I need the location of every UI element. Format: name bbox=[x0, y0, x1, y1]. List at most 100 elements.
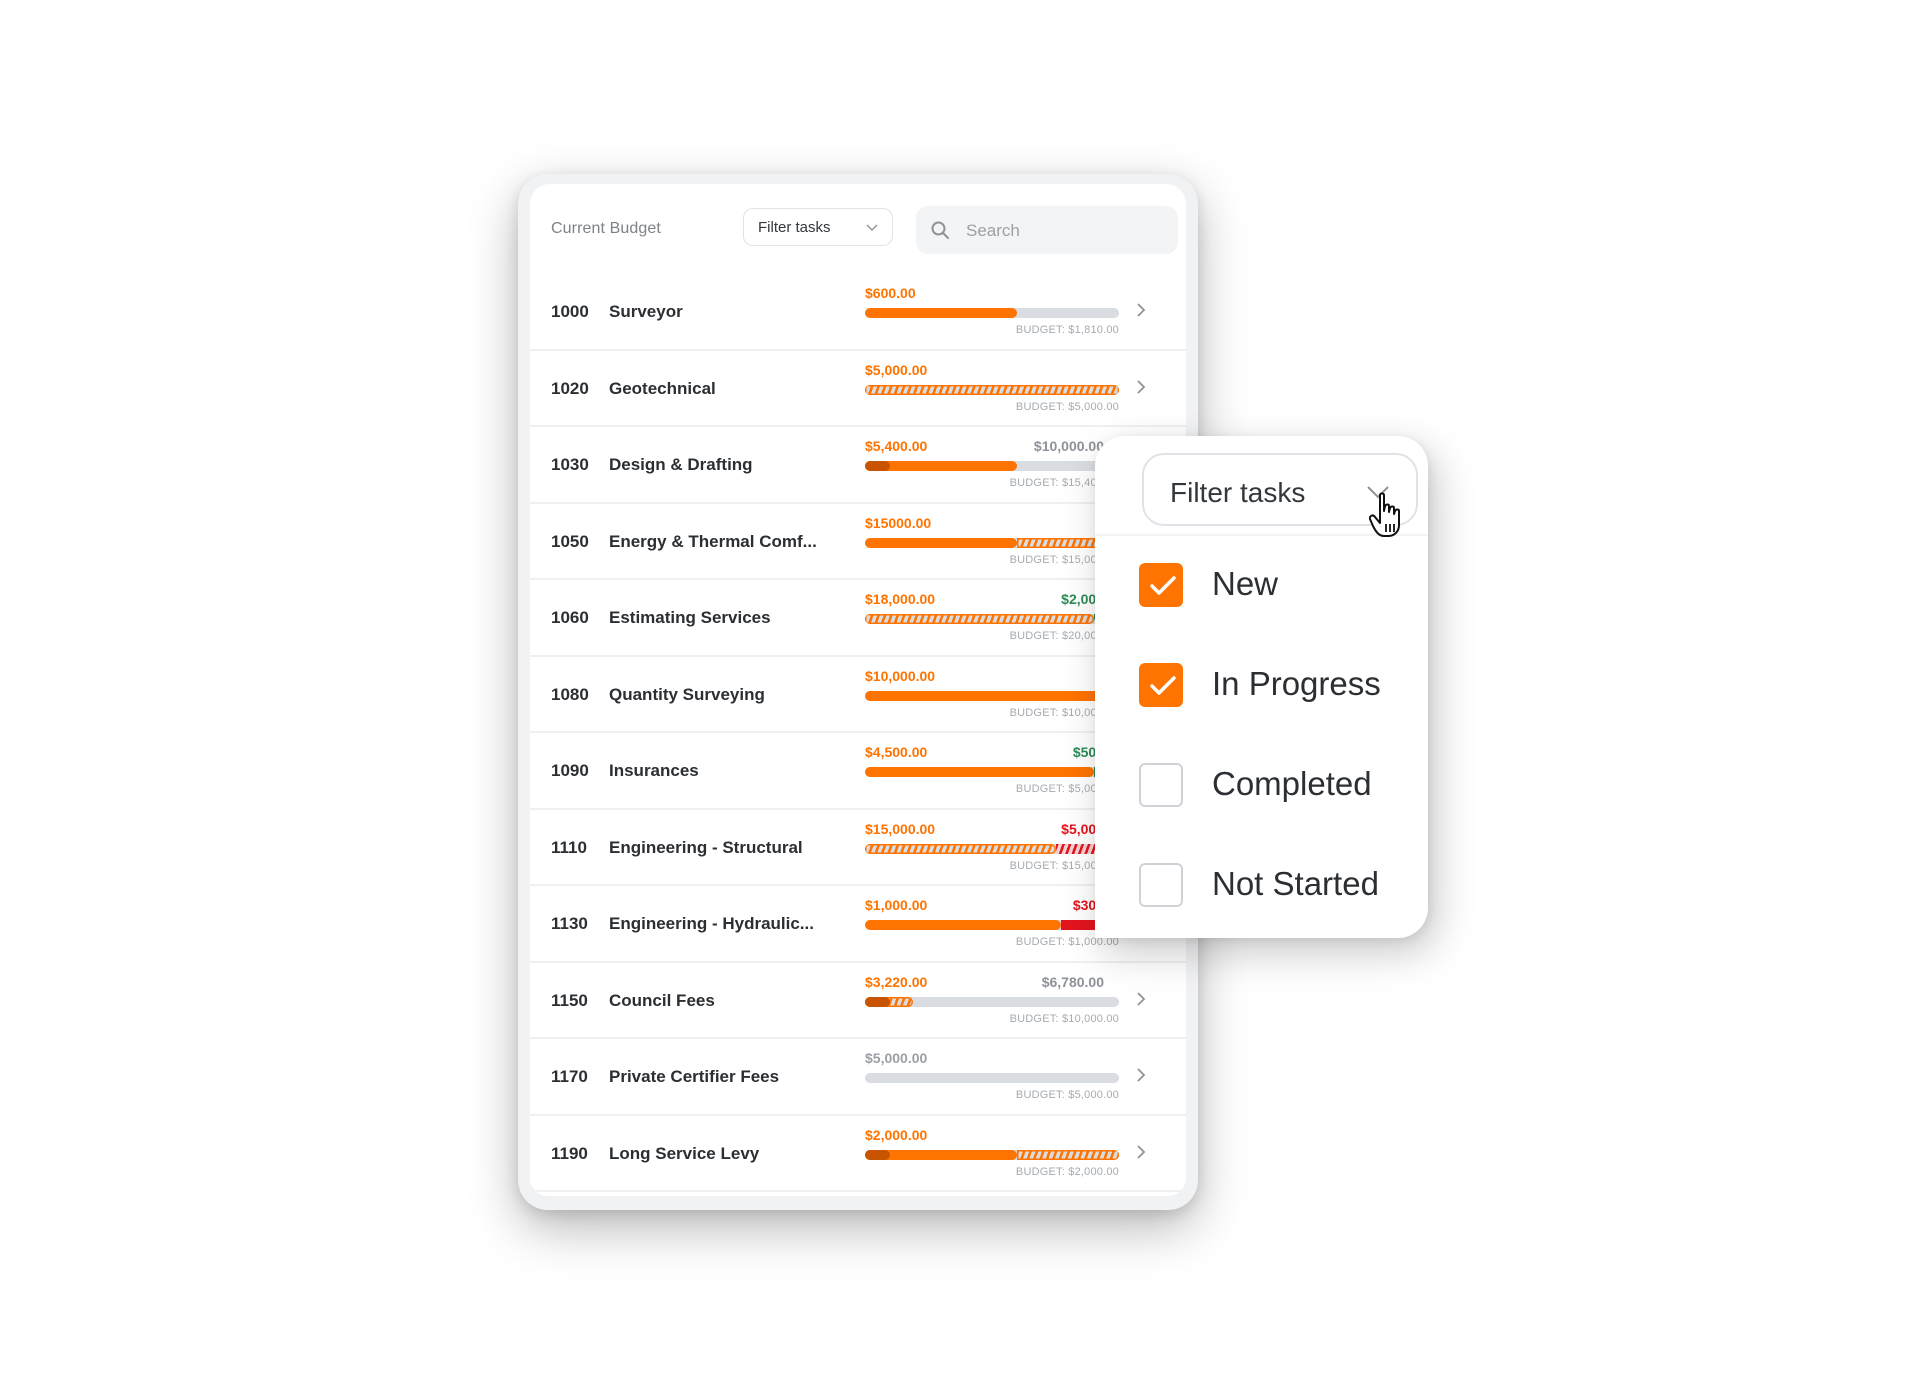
budget-total: BUDGET: $1,810.00 bbox=[1015, 324, 1119, 336]
bar-segment-hatch bbox=[865, 843, 1056, 854]
bar-segment-dark bbox=[865, 461, 891, 471]
bar-segment-solid bbox=[865, 767, 1094, 777]
bar-segment-solid bbox=[865, 537, 1018, 548]
checkmark-icon bbox=[1150, 576, 1176, 595]
filter-tasks-label: Filter tasks bbox=[758, 219, 831, 236]
task-name: Surveyor bbox=[609, 302, 683, 321]
chevron-right-icon[interactable] bbox=[1136, 1067, 1146, 1083]
budget-row[interactable]: 1130 Engineering - Hydraulic... $1,000.0… bbox=[530, 886, 1186, 963]
filter-option-label: Completed bbox=[1212, 765, 1372, 802]
budget-progress-bar bbox=[865, 1073, 1119, 1083]
filter-option-completed[interactable]: Completed bbox=[1139, 751, 1419, 811]
checkbox[interactable] bbox=[1139, 763, 1183, 807]
chevron-right-icon[interactable] bbox=[1136, 991, 1146, 1007]
filter-option-label: New bbox=[1212, 565, 1279, 602]
spent-amount: $1,000.00 bbox=[865, 897, 928, 913]
spent-amount: $3,220.00 bbox=[865, 973, 928, 990]
search-input[interactable] bbox=[964, 206, 1168, 256]
task-name: Engineering - Structural bbox=[609, 837, 803, 857]
spent-amount: $600.00 bbox=[865, 285, 916, 301]
budget-progress-bar bbox=[865, 384, 1119, 395]
hand-pointer-cursor-icon bbox=[1369, 492, 1400, 537]
search-box[interactable] bbox=[916, 206, 1178, 256]
task-name: Engineering - Hydraulic... bbox=[609, 914, 814, 933]
budget-row[interactable]: 1030 Design & Drafting $5,400.00 $10,000… bbox=[530, 427, 1186, 504]
task-name: Long Service Levy bbox=[609, 1143, 760, 1163]
filter-option-label: In Progress bbox=[1212, 665, 1381, 702]
filter-option-new[interactable]: New bbox=[1139, 551, 1419, 611]
budget-progress-bar bbox=[865, 308, 1119, 318]
filter-option-label: Not Started bbox=[1212, 865, 1379, 902]
chevron-right-icon[interactable] bbox=[1136, 302, 1146, 318]
budget-row[interactable]: 1050 Energy & Thermal Comf... $15000.00 … bbox=[530, 504, 1186, 580]
filter-tasks-dropdown[interactable]: Filter tasks bbox=[743, 208, 893, 246]
budget-progress-bar bbox=[865, 1149, 1119, 1160]
task-name: Quantity Surveying bbox=[609, 684, 765, 704]
task-name: Insurances bbox=[609, 761, 699, 780]
checkbox[interactable] bbox=[1139, 563, 1183, 607]
budget-row[interactable]: 1150 Council Fees $3,220.00 $6,780.00 BU… bbox=[530, 963, 1186, 1039]
budget-row[interactable]: 1090 Insurances $4,500.00 $500 BUDGET: $… bbox=[530, 733, 1186, 810]
budget-list: 1000 Surveyor $600.00 BUDGET: $1,810.00 … bbox=[530, 274, 1186, 1192]
cost-code: 1060 bbox=[551, 608, 589, 627]
cost-code: 1050 bbox=[551, 531, 589, 551]
cost-code: 1190 bbox=[551, 1143, 588, 1163]
spent-amount: $5,400.00 bbox=[865, 438, 928, 454]
chevron-down-icon bbox=[866, 224, 878, 231]
budget-total: BUDGET: $5,000.00 bbox=[1015, 1089, 1119, 1101]
chevron-right-icon[interactable] bbox=[1136, 1144, 1146, 1160]
chevron-right-icon[interactable] bbox=[1136, 379, 1146, 395]
bar-segment-dark bbox=[865, 996, 891, 1007]
budget-progress-bar bbox=[865, 996, 1119, 1007]
page-title: Current Budget bbox=[551, 220, 661, 237]
spent-amount: $15,000.00 bbox=[865, 820, 936, 837]
cost-code: 1020 bbox=[551, 378, 589, 398]
cost-code: 1030 bbox=[551, 455, 589, 474]
budget-row[interactable]: 1000 Surveyor $600.00 BUDGET: $1,810.00 bbox=[530, 274, 1186, 351]
budget-row[interactable]: 1110 Engineering - Structural $15,000.00… bbox=[530, 810, 1186, 886]
remaining-amount: $6,780.00 bbox=[1041, 973, 1104, 990]
bar-segment-dark bbox=[865, 1149, 891, 1160]
filter-tasks-label: Filter tasks bbox=[1170, 477, 1306, 508]
spent-amount: $18,000.00 bbox=[865, 591, 936, 607]
filter-option-not-started[interactable]: Not Started bbox=[1139, 851, 1419, 911]
budget-progress-bar bbox=[865, 767, 1119, 777]
cost-code: 1110 bbox=[551, 837, 587, 857]
cost-code: 1000 bbox=[551, 302, 589, 321]
budget-row[interactable]: 1060 Estimating Services $18,000.00 $2,0… bbox=[530, 580, 1186, 657]
spent-amount: $15000.00 bbox=[865, 514, 932, 531]
budget-row[interactable]: 1190 Long Service Levy $2,000.00 BUDGET:… bbox=[530, 1116, 1186, 1192]
task-name: Energy & Thermal Comf... bbox=[609, 531, 817, 551]
budget-row[interactable]: 1170 Private Certifier Fees $5,000.00 BU… bbox=[530, 1039, 1186, 1116]
spent-amount: $4,500.00 bbox=[865, 744, 928, 760]
budget-total: BUDGET: $10,000.00 bbox=[1009, 1012, 1119, 1025]
checkmark-icon bbox=[1150, 676, 1176, 695]
filter-option-in-progress[interactable]: In Progress bbox=[1139, 651, 1419, 711]
budget-row[interactable]: 1080 Quantity Surveying $10,000.00 BUDGE… bbox=[530, 657, 1186, 733]
bar-segment-hatch bbox=[865, 614, 1094, 624]
budget-row[interactable]: 1020 Geotechnical $5,000.00 BUDGET: $5,0… bbox=[530, 351, 1186, 427]
spent-amount: $2,000.00 bbox=[865, 1126, 928, 1143]
budget-progress-bar bbox=[865, 843, 1119, 854]
cost-code: 1080 bbox=[551, 684, 589, 704]
task-name: Estimating Services bbox=[609, 608, 771, 627]
bar-segment-hatch bbox=[1017, 1149, 1119, 1160]
spent-amount: $5,000.00 bbox=[865, 1050, 928, 1066]
budget-total: BUDGET: $5,000.00 bbox=[1015, 400, 1119, 413]
budget-progress-bar bbox=[865, 690, 1119, 701]
task-name: Private Certifier Fees bbox=[609, 1067, 780, 1086]
budget-panel: Current Budget Filter tasks 1000 Surveyo… bbox=[530, 184, 1186, 1196]
search-icon bbox=[931, 221, 949, 239]
task-name: Design & Drafting bbox=[609, 455, 753, 474]
bar-segment-solid bbox=[865, 920, 1061, 930]
cost-code: 1090 bbox=[551, 761, 589, 780]
spent-amount: $5,000.00 bbox=[865, 361, 928, 378]
budget-progress-bar bbox=[865, 920, 1119, 930]
checkbox[interactable] bbox=[1139, 863, 1183, 907]
spent-amount: $10,000.00 bbox=[865, 667, 936, 684]
remaining-amount: $10,000.00 bbox=[1033, 438, 1104, 454]
cost-code: 1170 bbox=[551, 1067, 588, 1086]
checkbox[interactable] bbox=[1139, 663, 1183, 707]
cost-code: 1130 bbox=[551, 914, 588, 933]
bar-segment-solid bbox=[865, 308, 1018, 318]
